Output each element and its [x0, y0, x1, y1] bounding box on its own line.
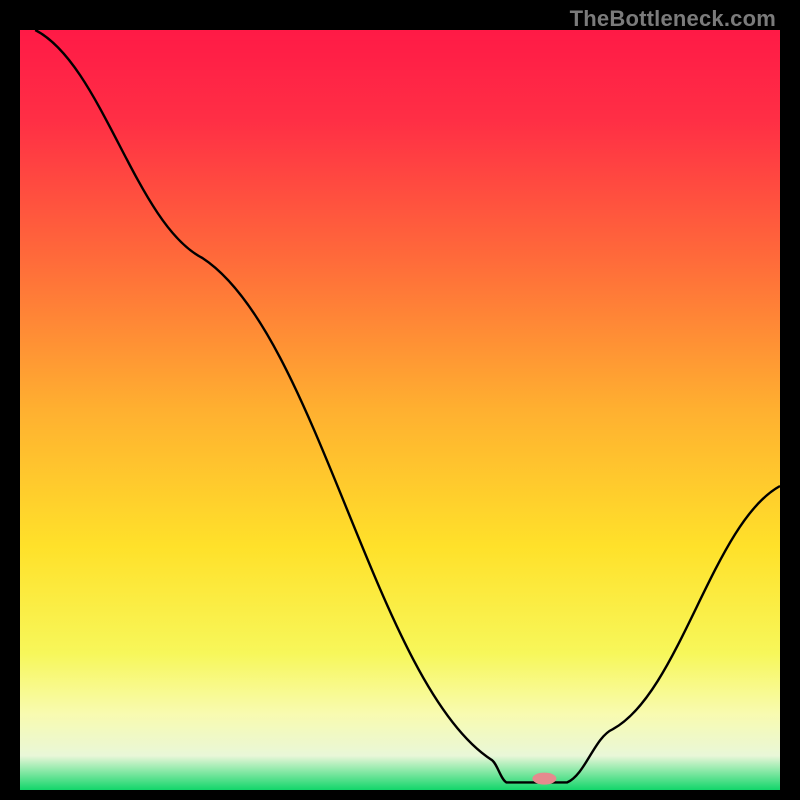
chart-background	[20, 30, 780, 790]
selected-point-marker	[532, 773, 556, 785]
chart-svg	[20, 30, 780, 790]
watermark-text: TheBottleneck.com	[570, 6, 776, 32]
chart-frame	[20, 30, 780, 790]
